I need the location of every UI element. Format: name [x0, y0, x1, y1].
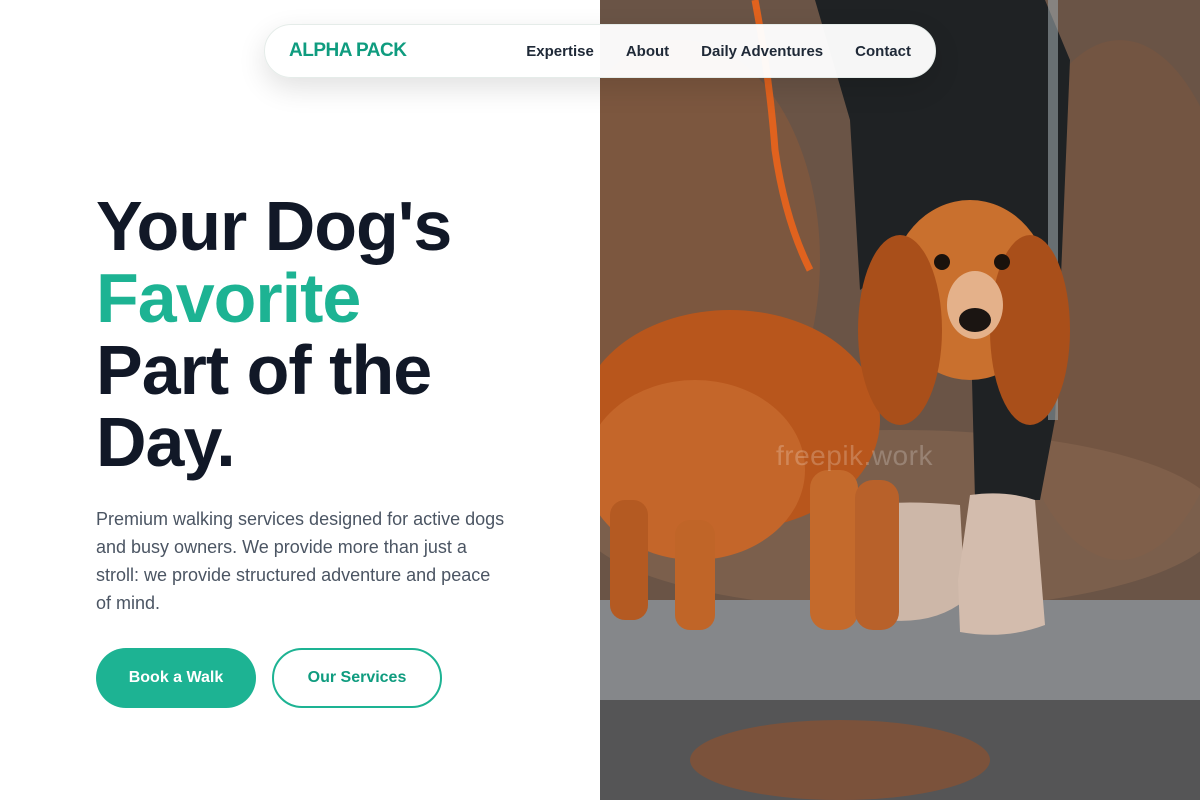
book-walk-button[interactable]: Book a Walk	[96, 648, 256, 708]
our-services-button[interactable]: Our Services	[272, 648, 442, 708]
hero-photo-dog-walk: freepik.work	[600, 0, 1200, 800]
headline-accent: Favorite	[96, 259, 361, 337]
dog-walk-illustration	[600, 0, 1200, 800]
hero-headline: Your Dog's Favorite Part of the Day.	[96, 190, 576, 478]
nav-link-daily-adventures[interactable]: Daily Adventures	[701, 43, 823, 60]
hero-lead-text: Premium walking services designed for ac…	[96, 509, 505, 613]
nav-link-expertise[interactable]: Expertise	[526, 43, 594, 60]
nav-links: Expertise About Daily Adventures Contact	[526, 43, 911, 60]
brand-logo[interactable]: ALPHA PACK	[289, 40, 407, 62]
top-navigation: ALPHA PACK Expertise About Daily Adventu…	[264, 24, 936, 78]
headline-line-4: Day.	[96, 403, 236, 481]
nav-link-about[interactable]: About	[626, 43, 669, 60]
headline-line-3: Part of the	[96, 331, 432, 409]
photo-watermark: freepik.work	[776, 440, 933, 471]
headline-line-1: Your Dog's	[96, 187, 452, 265]
nav-link-contact[interactable]: Contact	[855, 43, 911, 60]
